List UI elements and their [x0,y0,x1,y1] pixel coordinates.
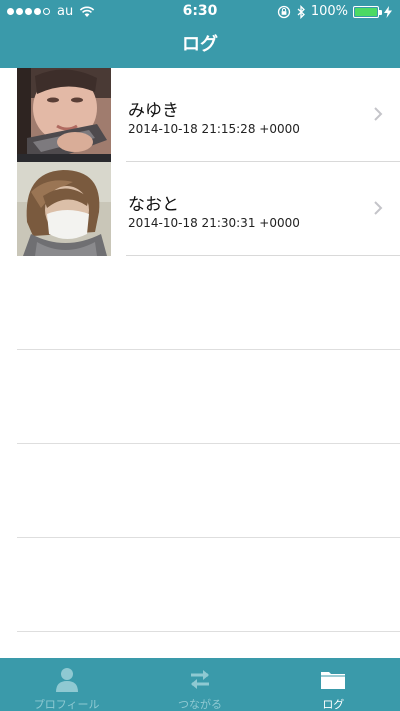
chevron-right-icon [374,107,383,121]
log-name: みゆき [128,101,179,121]
status-right: 100% [277,4,392,19]
tab-label: ログ [322,698,345,711]
rotation-lock-icon [277,5,290,18]
battery-percent: 100% [310,4,348,19]
avatar [17,162,111,256]
empty-row [0,538,400,632]
page-title: ログ [182,34,218,55]
status-bar: au 6:30 100% [0,0,400,24]
log-date: 2014-10-18 21:15:28 +0000 [128,122,300,136]
log-row[interactable]: みゆき 2014-10-18 21:15:28 +0000 [0,68,400,162]
row-divider [17,631,400,632]
folder-icon [321,672,346,689]
log-list: みゆき 2014-10-18 21:15:28 +0000 なおと 2014-1… [0,68,400,658]
empty-row [0,256,400,350]
battery-icon [353,5,382,18]
tab-label: プロフィール [33,698,100,711]
battery-cap [379,9,382,15]
tab-connect[interactable]: つながる [133,658,266,711]
bluetooth-icon [297,4,305,19]
empty-row [0,350,400,444]
log-date: 2014-10-18 21:30:31 +0000 [128,216,300,230]
tab-profile[interactable]: プロフィール [0,658,133,711]
avatar [17,68,111,162]
log-name: なおと [128,195,179,215]
battery-fill [355,7,377,16]
empty-row [0,444,400,538]
chevron-right-icon [374,201,383,215]
log-row[interactable]: なおと 2014-10-18 21:30:31 +0000 [0,162,400,256]
person-icon [55,668,78,692]
swap-arrows-icon [190,670,209,689]
tab-bar: プロフィール つながる ログ [0,658,400,711]
charging-bolt-icon [384,5,392,18]
tab-log[interactable]: ログ [267,658,400,711]
tab-label: つながる [177,698,222,711]
header: au 6:30 100% ログ [0,0,400,68]
